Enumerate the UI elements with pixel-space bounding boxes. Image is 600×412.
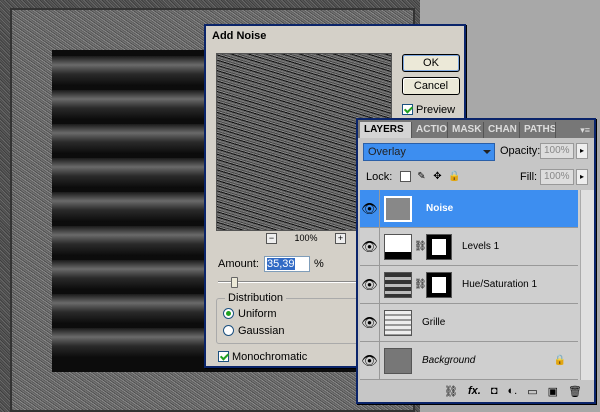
eye-icon[interactable]: 👁 [360, 227, 380, 266]
layer-grille[interactable]: 👁 Grille [360, 303, 578, 342]
layer-background[interactable]: 👁 Background 🔒 [360, 341, 578, 380]
radio-selected-icon [223, 308, 234, 319]
opacity-input[interactable]: 100% [540, 143, 574, 159]
checkbox-checked-icon [402, 104, 413, 115]
ok-button[interactable]: OK [402, 54, 460, 72]
levels-icon [384, 233, 412, 260]
tab-masks[interactable]: MASK [448, 122, 484, 138]
tab-channels[interactable]: CHAN [484, 122, 520, 138]
opacity-label: Opacity: [500, 145, 541, 157]
dialog-title: Add Noise [206, 26, 464, 46]
lock-transparency-icon[interactable] [400, 171, 411, 182]
uniform-radio[interactable]: Uniform [223, 308, 277, 320]
amount-value: 35,39 [267, 258, 295, 270]
eye-icon[interactable]: 👁 [360, 341, 380, 380]
lock-icon: 🔒 [553, 355, 566, 366]
chain-icon: ⛓ [414, 241, 427, 252]
adjustment-icon[interactable]: ◐. [508, 385, 518, 397]
fill-input[interactable]: 100% [540, 169, 574, 185]
monochromatic-checkbox[interactable]: Monochromatic [218, 351, 307, 363]
move-icon[interactable]: ✥ [432, 171, 443, 182]
slider-thumb[interactable] [231, 277, 238, 288]
layer-name: Hue/Saturation 1 [462, 279, 538, 290]
layers-panel: LAYERS ACTIO MASK CHAN PATHS ▾≡ Overlay … [356, 118, 596, 404]
mask-icon[interactable]: ◘ [491, 385, 498, 397]
layer-name: Levels 1 [462, 241, 500, 252]
uniform-label: Uniform [238, 308, 277, 320]
eye-icon[interactable]: 👁 [360, 265, 380, 304]
blend-mode-select[interactable]: Overlay [363, 143, 495, 161]
layer-name: Noise [426, 203, 454, 214]
fill-arrow-icon[interactable]: ▸ [576, 169, 588, 185]
amount-input[interactable]: 35,39 [264, 256, 310, 272]
amount-label: Amount: [218, 258, 259, 270]
eye-icon[interactable]: 👁 [360, 303, 380, 342]
new-layer-icon[interactable]: ▣ [548, 385, 558, 398]
layers-footer: ⛓ fx. ◘ ◐. ▭ ▣ 🗑 [358, 380, 594, 402]
chain-icon: ⛓ [414, 279, 427, 290]
gaussian-radio[interactable]: Gaussian [223, 325, 284, 337]
monochromatic-label: Monochromatic [232, 351, 308, 363]
checkbox-checked-icon [218, 351, 229, 362]
gaussian-label: Gaussian [238, 325, 285, 337]
zoom-out-button[interactable]: − [266, 232, 277, 244]
distribution-label: Distribution [225, 292, 287, 304]
amount-unit: % [314, 258, 324, 270]
preview-label: Preview [416, 104, 456, 116]
lock-icon[interactable]: 🔒 [448, 171, 460, 182]
layer-hue-saturation[interactable]: 👁 ⛓ Hue/Saturation 1 [360, 265, 578, 304]
link-icon[interactable]: ⛓ [444, 385, 458, 398]
cancel-button[interactable]: Cancel [402, 77, 460, 95]
layer-mask-thumbnail [426, 233, 452, 260]
tab-layers[interactable]: LAYERS [360, 122, 412, 138]
layers-list: 👁 Noise 👁 ⛓ Levels 1 👁 ⛓ Hue/Saturation … [360, 189, 594, 380]
trash-icon[interactable]: 🗑 [568, 385, 582, 398]
panel-tabs: LAYERS ACTIO MASK CHAN PATHS ▾≡ [358, 120, 594, 138]
panel-menu-icon[interactable]: ▾≡ [578, 125, 594, 138]
fill-label: Fill: [520, 171, 538, 183]
folder-icon[interactable]: ▭ [527, 385, 537, 398]
lock-label: Lock: [366, 171, 393, 183]
hue-saturation-icon [384, 271, 412, 298]
tab-paths[interactable]: PATHS [520, 122, 556, 138]
tab-actions[interactable]: ACTIO [412, 122, 448, 138]
layer-levels[interactable]: 👁 ⛓ Levels 1 [360, 227, 578, 266]
layer-thumbnail [384, 309, 412, 336]
layer-thumbnail [384, 347, 412, 374]
zoom-level: 100% [294, 233, 318, 243]
zoom-controls: − 100% + [266, 231, 346, 245]
layers-scrollbar[interactable] [580, 190, 594, 380]
opacity-arrow-icon[interactable]: ▸ [576, 143, 588, 159]
layer-name: Grille [422, 317, 446, 328]
layer-mask-thumbnail [426, 271, 452, 298]
fx-icon[interactable]: fx. [468, 385, 481, 397]
layer-noise[interactable]: 👁 Noise [360, 189, 578, 228]
preview-checkbox[interactable]: Preview [402, 104, 455, 116]
layer-name: Background [422, 355, 476, 366]
eye-icon[interactable]: 👁 [360, 189, 380, 228]
brush-icon[interactable]: ✎ [416, 171, 427, 182]
radio-icon [223, 325, 234, 336]
layer-thumbnail [384, 195, 412, 222]
zoom-in-button[interactable]: + [335, 232, 346, 244]
